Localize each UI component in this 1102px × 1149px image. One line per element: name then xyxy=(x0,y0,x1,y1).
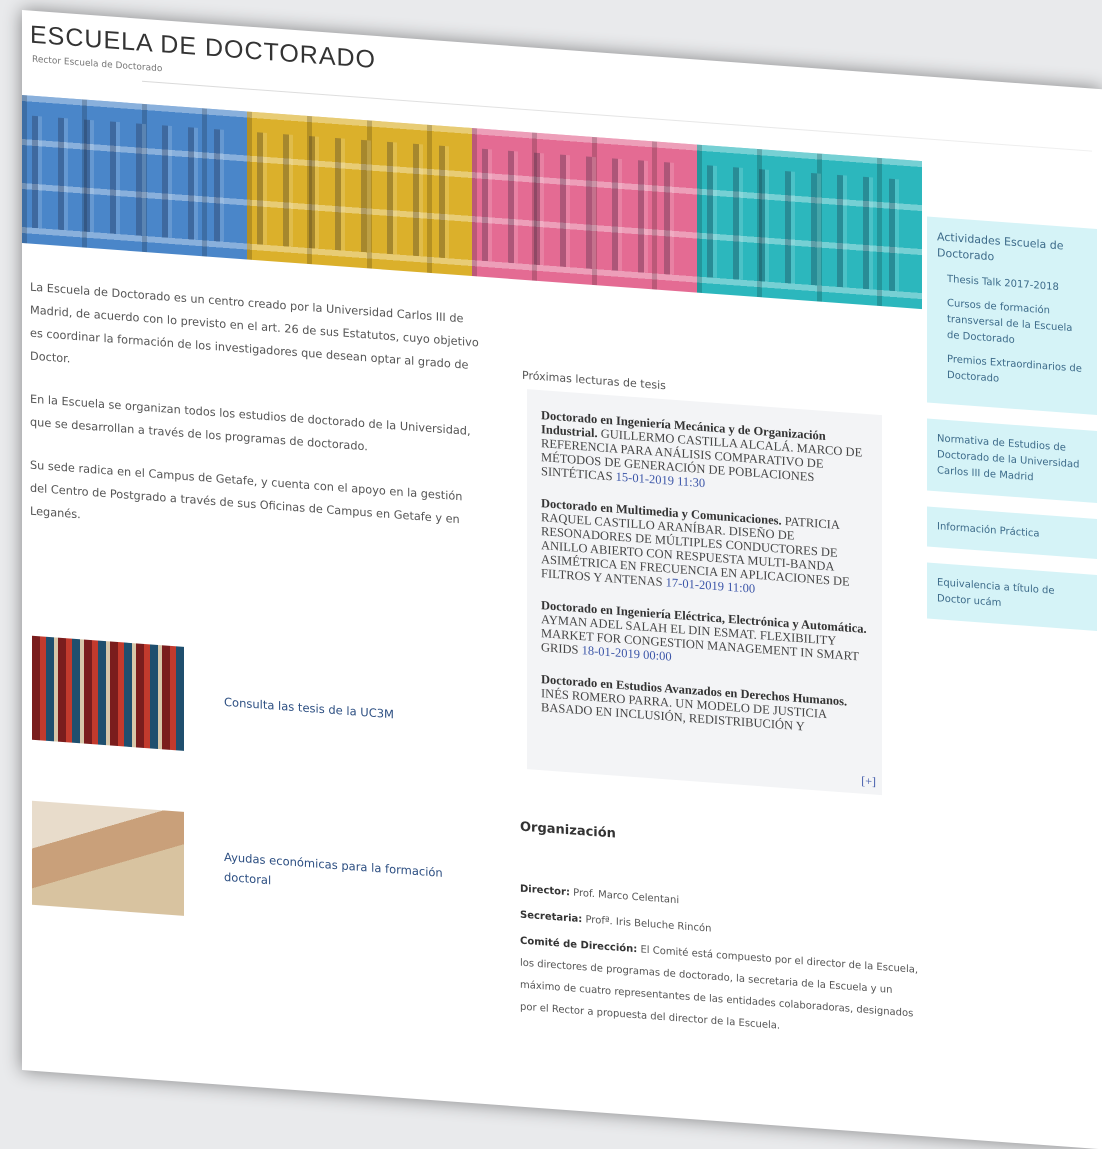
secretary-label: Secretaria: xyxy=(520,909,583,926)
committee-text: El Comité está compuesto por el director… xyxy=(520,944,919,1032)
theses-list: Doctorado en Ingeniería Mecánica y de Or… xyxy=(527,389,882,796)
banner-shelf-yellow xyxy=(247,111,472,277)
sidebar-item-premios[interactable]: Premios Extraordinarios de Doctorado xyxy=(937,351,1087,394)
reading-room-photo[interactable] xyxy=(32,800,184,916)
more-theses-link[interactable]: [+] xyxy=(861,774,876,789)
sidebar-item-cursos[interactable]: Cursos de formación transversal de la Es… xyxy=(937,295,1087,354)
intro-paragraph: La Escuela de Doctorado es un centro cre… xyxy=(30,280,479,372)
director-name: Prof. Marco Celentani xyxy=(573,887,680,907)
sidebar-item-normativa[interactable]: Normativa de Estudios de Doctorado de la… xyxy=(927,418,1097,503)
grants-link[interactable]: Ayudas económicas para la formación doct… xyxy=(224,847,464,905)
bookshelf-banner xyxy=(22,95,922,310)
promo-grants[interactable]: Ayudas económicas para la formación doct… xyxy=(32,800,464,937)
list-item[interactable]: Doctorado en Multimedia y Comunicaciones… xyxy=(541,496,868,604)
list-item[interactable]: Doctorado en Estudios Avanzados en Derec… xyxy=(541,672,868,738)
committee-label: Comité de Dirección: xyxy=(520,935,638,956)
promo-theses[interactable]: Consulta las tesis de la UC3M xyxy=(32,635,464,772)
organization-section: Organización Director: Prof. Marco Celen… xyxy=(520,817,920,1052)
activities-box: Actividades Escuela de Doctorado Thesis … xyxy=(927,216,1097,415)
library-photo[interactable] xyxy=(32,635,184,751)
intro-paragraph: En la Escuela se organizan todos los est… xyxy=(30,392,471,454)
banner-shelf-blue xyxy=(22,95,247,260)
secretary-name: Profª. Iris Beluche Rincón xyxy=(585,914,712,935)
list-item[interactable]: Doctorado en Ingeniería Eléctrica, Elect… xyxy=(541,598,868,678)
list-item[interactable]: Doctorado en Ingeniería Mecánica y de Or… xyxy=(541,408,868,502)
director-label: Director: xyxy=(520,883,570,899)
banner-shelf-teal xyxy=(697,144,922,310)
intro-text: La Escuela de Doctorado es un centro cre… xyxy=(30,276,480,576)
sidebar-item-equivalencia[interactable]: Equivalencia a título de Doctor ucám xyxy=(927,562,1097,631)
sidebar-item-thesis-talk[interactable]: Thesis Talk 2017-2018 xyxy=(937,271,1087,298)
page: ESCUELA DE DOCTORADO Rector Escuela de D… xyxy=(22,10,1102,1149)
activities-heading[interactable]: Actividades Escuela de Doctorado xyxy=(937,229,1087,272)
organization-heading: Organización xyxy=(520,819,616,842)
sidebar: Actividades Escuela de Doctorado Thesis … xyxy=(927,216,1097,646)
intro-paragraph: Su sede radica en el Campus de Getafe, y… xyxy=(30,458,463,527)
theses-link[interactable]: Consulta las tesis de la UC3M xyxy=(224,692,464,730)
theses-heading: Próximas lecturas de tesis xyxy=(522,368,666,393)
sidebar-item-info[interactable]: Información Práctica xyxy=(927,506,1097,559)
banner-shelf-pink xyxy=(472,128,697,293)
